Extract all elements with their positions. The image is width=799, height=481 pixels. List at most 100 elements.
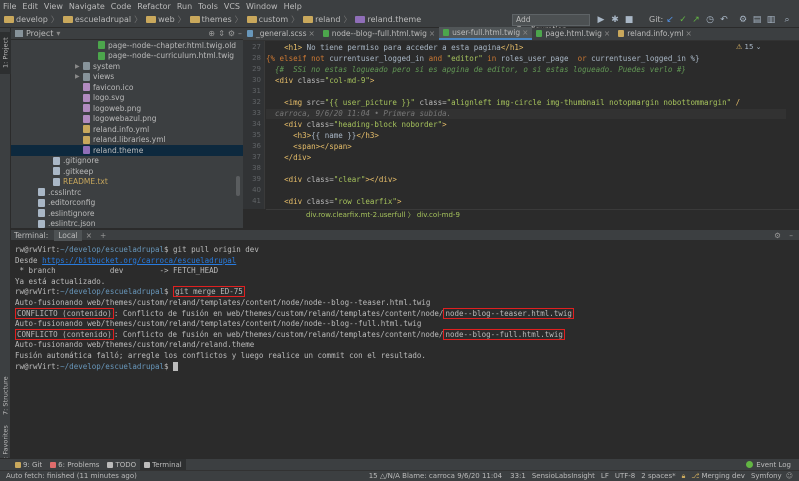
tree-item[interactable]: reland.theme: [11, 145, 243, 156]
structure-icon[interactable]: ▤: [752, 15, 762, 25]
debug-icon[interactable]: ✱: [610, 15, 620, 25]
code-line[interactable]: <div class="heading-block noborder">: [266, 120, 786, 130]
status-blame[interactable]: 15 △/N/A Blame: carroca 9/6/20 11:04: [369, 472, 502, 480]
gear-icon[interactable]: ⚙: [228, 29, 235, 38]
code-editor[interactable]: <h1> No tiene permiso para acceder a est…: [266, 41, 786, 209]
tree-item[interactable]: logo.svg: [11, 93, 243, 104]
close-icon[interactable]: ×: [604, 29, 610, 38]
code-line[interactable]: <h1> No tiene permiso para acceder a est…: [266, 43, 786, 53]
add-icon[interactable]: +: [100, 231, 106, 240]
tool-window-problems[interactable]: 6: Problems: [46, 459, 103, 471]
tree-item[interactable]: reland.info.yml: [11, 124, 243, 135]
close-icon[interactable]: ×: [86, 231, 92, 240]
menu-item-help[interactable]: Help: [284, 2, 302, 11]
tree-item[interactable]: reland.libraries.yml: [11, 135, 243, 146]
settings-icon[interactable]: ⚙: [738, 15, 748, 25]
inspection-widget[interactable]: ⚠ 15 ⌄: [736, 43, 762, 51]
tool-window-git[interactable]: 9: Git: [11, 459, 46, 471]
breadcrumb-item[interactable]: develop 〉: [0, 14, 59, 25]
tree-item[interactable]: page--node--chapter.html.twig.old: [11, 40, 243, 51]
tree-item[interactable]: .eslintrc.json: [11, 219, 243, 228]
search-icon[interactable]: ⌕: [782, 15, 792, 25]
code-line[interactable]: <h3>{{ name }}</h3>: [266, 131, 786, 141]
chevron-down-icon[interactable]: ▾: [56, 29, 60, 38]
breadcrumb-item[interactable]: web 〉: [142, 14, 186, 25]
tree-item[interactable]: .csslintrc: [11, 187, 243, 198]
add-configuration-button[interactable]: Add Configuration...: [512, 14, 590, 34]
file-encoding[interactable]: UTF-8: [615, 472, 635, 480]
code-line[interactable]: <img src="{{ user_picture }}" class="ali…: [266, 98, 786, 108]
tab-editor-file[interactable]: _general.scss ×: [243, 27, 319, 40]
menu-item-code[interactable]: Code: [111, 2, 131, 11]
hide-icon[interactable]: –: [789, 231, 793, 240]
editor-scrollbar[interactable]: [790, 41, 799, 209]
tree-item[interactable]: logowebazul.png: [11, 114, 243, 125]
framework-status[interactable]: Symfony: [751, 472, 782, 480]
menu-item-vcs[interactable]: VCS: [224, 2, 240, 11]
code-line[interactable]: <div class="col-md-9">: [266, 76, 786, 86]
status-message[interactable]: Auto fetch: finished (11 minutes ago): [6, 472, 137, 480]
tree-item[interactable]: favicon.ico: [11, 82, 243, 93]
code-line[interactable]: carroca, 9/6/20 11:04 • Primera subida.: [266, 109, 786, 119]
menu-item-navigate[interactable]: Navigate: [69, 2, 105, 11]
tab-editor-file[interactable]: node--blog--full.html.twig ×: [319, 27, 439, 40]
code-line[interactable]: <span></span>: [266, 142, 786, 152]
code-line[interactable]: {% elseif not currentuser_logged_in and …: [266, 54, 786, 64]
close-icon[interactable]: ×: [522, 28, 528, 37]
breadcrumb-item[interactable]: custom 〉: [243, 14, 299, 25]
tree-item[interactable]: README.txt: [11, 177, 243, 188]
gear-icon[interactable]: ⚙: [774, 231, 781, 240]
close-icon[interactable]: ×: [309, 29, 315, 38]
event-icon[interactable]: ☺: [786, 472, 793, 480]
rollback-icon[interactable]: ↶: [719, 15, 729, 25]
project-scrollbar[interactable]: [236, 176, 240, 196]
tab-editor-file[interactable]: reland.info.yml ×: [614, 27, 696, 40]
tab-editor-file[interactable]: user-full.html.twig ×: [439, 27, 533, 40]
tree-item[interactable]: .editorconfig: [11, 198, 243, 209]
history-icon[interactable]: ◷: [705, 15, 715, 25]
lock-icon[interactable]: 🔒︎: [682, 472, 686, 481]
tree-item[interactable]: .gitkeep: [11, 166, 243, 177]
close-icon[interactable]: ×: [429, 29, 435, 38]
close-icon[interactable]: ×: [685, 29, 691, 38]
run-icon[interactable]: ▶: [596, 15, 606, 25]
code-line[interactable]: <div class="clear"></div>: [266, 175, 786, 185]
chevron-right-icon[interactable]: ▶: [75, 63, 83, 70]
chevron-right-icon[interactable]: ▶: [75, 73, 83, 80]
terminal-output[interactable]: rw@rwVirt:~/develop/escueladrupal$ git p…: [11, 241, 799, 458]
menu-item-tools[interactable]: Tools: [198, 2, 218, 11]
editor-breadcrumb[interactable]: div.row.clearfix.mt-2.userfull 〉 div.col…: [266, 209, 799, 219]
breadcrumb-item[interactable]: reland.theme: [351, 15, 421, 24]
stop-icon[interactable]: ■: [624, 15, 634, 25]
breadcrumb-item[interactable]: themes 〉: [186, 14, 243, 25]
cursor-position[interactable]: 33:1: [510, 472, 526, 480]
code-line[interactable]: </div>: [266, 153, 786, 163]
terminal-tab-local[interactable]: Local: [54, 229, 82, 241]
menu-item-view[interactable]: View: [44, 2, 63, 11]
tab-project[interactable]: 1: Project: [0, 32, 11, 74]
code-line[interactable]: {# SSi no estas logueado pero si es apgi…: [266, 65, 786, 75]
menu-item-edit[interactable]: Edit: [22, 2, 38, 11]
tool-window-terminal[interactable]: Terminal: [140, 458, 186, 471]
breadcrumb-item[interactable]: reland 〉: [299, 14, 351, 25]
collapse-icon[interactable]: ⇕: [218, 29, 225, 38]
tree-item[interactable]: .eslintignore: [11, 208, 243, 219]
git-update-icon[interactable]: ↙: [665, 15, 675, 25]
tree-item[interactable]: ▶ views: [11, 72, 243, 83]
menu-item-run[interactable]: Run: [177, 2, 192, 11]
indent-setting[interactable]: 2 spaces*: [641, 472, 675, 480]
breadcrumb-item[interactable]: escueladrupal 〉: [59, 14, 142, 25]
tree-item[interactable]: page--node--curriculum.html.twig: [11, 51, 243, 62]
menu-item-refactor[interactable]: Refactor: [137, 2, 171, 11]
locate-icon[interactable]: ⊕: [208, 29, 215, 38]
tab-structure[interactable]: 7: Structure: [0, 373, 11, 419]
git-commit-icon[interactable]: ✓: [678, 15, 688, 25]
hide-icon[interactable]: –: [238, 29, 242, 38]
tree-item[interactable]: ▶ system: [11, 61, 243, 72]
tab-editor-file[interactable]: page.html.twig ×: [532, 27, 614, 40]
git-push-icon[interactable]: ↗: [691, 15, 701, 25]
line-separator[interactable]: LF: [601, 472, 609, 480]
event-log-button[interactable]: Event Log: [746, 461, 799, 469]
tree-item[interactable]: .gitignore: [11, 156, 243, 167]
code-line[interactable]: <div class="row clearfix">: [266, 197, 786, 207]
